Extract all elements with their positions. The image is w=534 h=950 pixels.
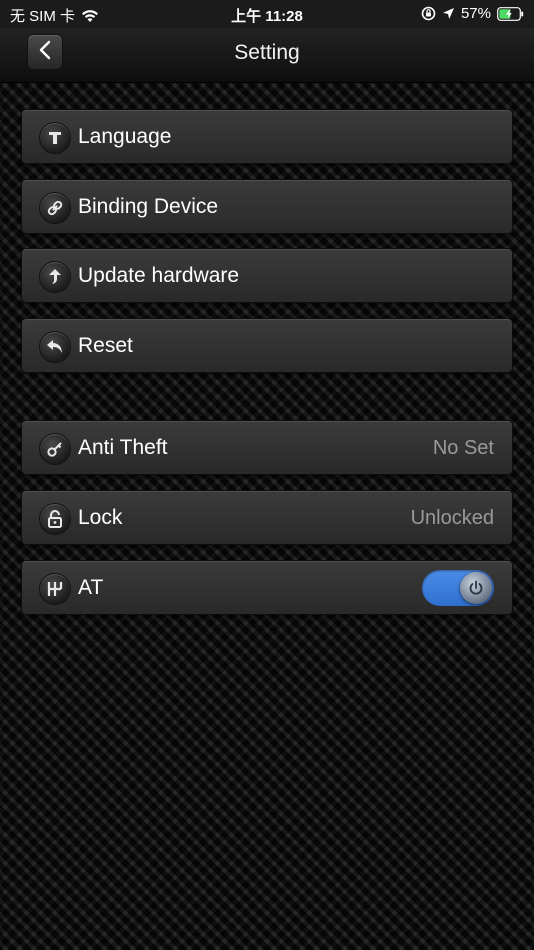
key-icon [39,433,71,465]
anti-theft-label: Anti Theft [78,436,168,459]
lock-value: Unlocked [410,507,494,529]
unlock-icon [39,503,71,535]
reset-label: Reset [78,334,133,357]
location-arrow-icon [442,7,455,20]
language-row[interactable]: Language [21,109,513,164]
binding-device-label: Binding Device [78,195,219,218]
reset-row[interactable]: Reset [21,318,513,373]
nav-bar: Setting [0,28,534,83]
page-title: Setting [234,41,300,64]
language-label: Language [78,125,172,148]
anti-theft-row[interactable]: Anti Theft No Set [21,420,513,475]
at-row: AT [21,560,513,615]
rotation-lock-icon [421,6,436,21]
gear-shift-icon [39,573,71,605]
at-label: AT [78,576,104,599]
up-arrow-icon [39,261,71,293]
undo-icon [39,331,71,363]
lock-label: Lock [78,506,123,529]
update-hardware-label: Update hardware [78,264,240,287]
binding-device-row[interactable]: Binding Device [21,179,513,234]
status-bar: 无 SIM 卡 上午 11:28 57% [0,0,534,28]
power-icon [460,572,492,604]
battery-percent: 57% [460,5,491,22]
anti-theft-value: No Set [432,437,494,459]
update-hardware-row[interactable]: Update hardware [21,248,513,303]
battery-icon [497,6,524,21]
status-right: 57% [421,5,524,22]
lock-row[interactable]: Lock Unlocked [21,490,513,545]
at-toggle[interactable] [422,570,494,606]
text-t-icon [39,122,71,154]
link-icon [39,192,71,224]
